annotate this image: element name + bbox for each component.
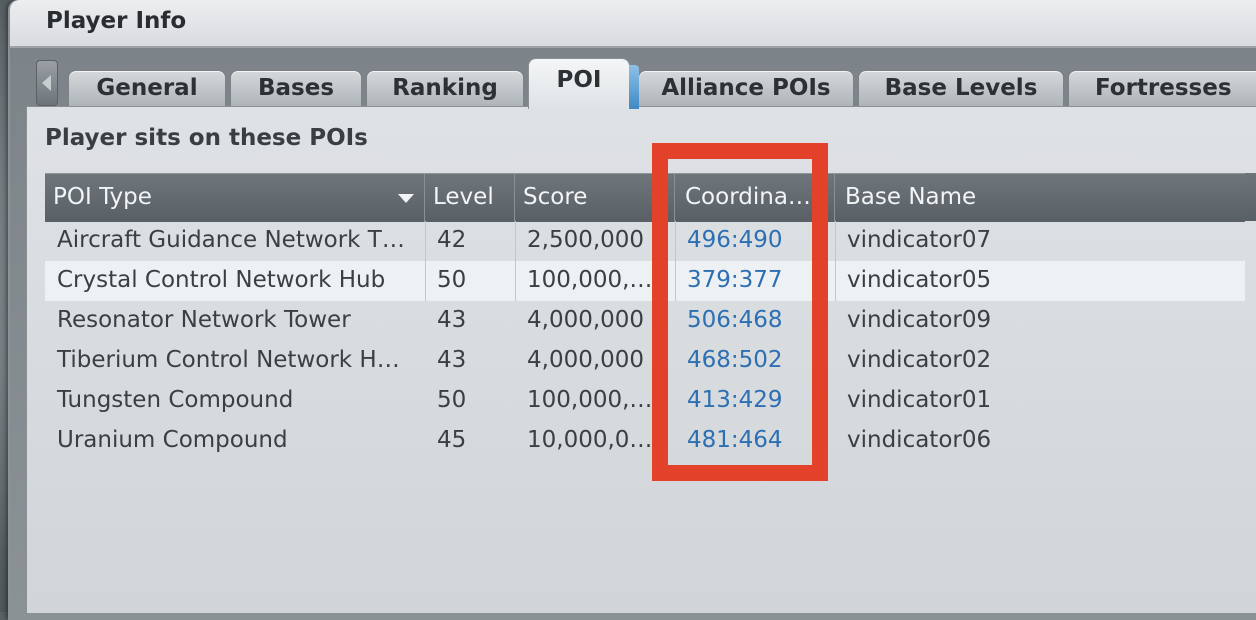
column-divider: [515, 221, 516, 301]
tab-base-levels[interactable]: Base Levels: [858, 70, 1064, 107]
table-row[interactable]: Uranium Compound 45 10,000,0… 481:464 vindic…: [45, 421, 1245, 461]
cell-level: 50: [437, 267, 467, 293]
table-scrollbar[interactable]: [1245, 173, 1256, 221]
cell-base-name: vindicator07: [847, 227, 992, 253]
cell-score: 100,000,…: [527, 387, 653, 413]
cell-level: 42: [437, 227, 467, 253]
tab-fortresses[interactable]: Fortresses an: [1068, 70, 1256, 135]
cell-score: 4,000,000: [527, 307, 645, 333]
table-row[interactable]: Tungsten Compound 50 100,000,… 413:429 vindi…: [45, 381, 1245, 421]
cell-poi-type: Tungsten Compound: [57, 387, 294, 413]
cell-level: 45: [437, 427, 467, 453]
poi-panel: Player sits on these POIs POI Type Level…: [26, 106, 1256, 614]
annotation-highlight-box: [652, 143, 828, 481]
column-header-poi-type[interactable]: POI Type: [45, 174, 425, 222]
tab-alliance-pois[interactable]: Alliance POIs: [638, 70, 854, 107]
table-header: POI Type Level Score Coordina… Base Name: [45, 173, 1245, 222]
column-header-base-name[interactable]: Base Name: [835, 174, 1245, 222]
cell-score: 2,500,000: [527, 227, 645, 253]
window-titlebar[interactable]: Player Info: [10, 0, 1256, 48]
table-row[interactable]: Crystal Control Network Hub 50 100,000,… 37…: [45, 261, 1245, 301]
tab-ranking[interactable]: Ranking: [366, 70, 524, 107]
cell-poi-type: Aircraft Guidance Network T…: [57, 227, 405, 253]
tab-general[interactable]: General: [68, 70, 226, 107]
cell-level: 43: [437, 347, 467, 373]
table-row[interactable]: Aircraft Guidance Network T… 42 2,500,000 4…: [45, 221, 1245, 261]
arrow-left-icon: [42, 75, 51, 91]
column-divider: [835, 221, 836, 301]
tab-scroll-left-button[interactable]: [36, 60, 58, 106]
cell-poi-type: Tiberium Control Network H…: [57, 347, 400, 373]
tab-bases[interactable]: Bases: [230, 70, 362, 107]
cell-score: 100,000,…: [527, 267, 653, 293]
cell-poi-type: Crystal Control Network Hub: [57, 267, 386, 293]
table-row[interactable]: Tiberium Control Network H… 43 4,000,000 46…: [45, 341, 1245, 381]
panel-heading: Player sits on these POIs: [45, 125, 368, 151]
player-info-window: Player Info General Bases Ranking POI Al…: [8, 0, 1256, 620]
cell-base-name: vindicator05: [847, 267, 992, 293]
cell-score: 4,000,000: [527, 347, 645, 373]
tab-poi[interactable]: POI: [528, 58, 639, 109]
cell-poi-type: Uranium Compound: [57, 427, 288, 453]
column-header-level[interactable]: Level: [425, 174, 515, 222]
cell-score: 10,000,0…: [527, 427, 653, 453]
poi-table: POI Type Level Score Coordina… Base Name…: [45, 173, 1245, 613]
cell-base-name: vindicator06: [847, 427, 992, 453]
cell-poi-type: Resonator Network Tower: [57, 307, 351, 333]
table-row[interactable]: Resonator Network Tower 43 4,000,000 506:46…: [45, 301, 1245, 341]
cell-level: 50: [437, 387, 467, 413]
column-header-label: POI Type: [53, 184, 152, 210]
cell-level: 43: [437, 307, 467, 333]
column-header-score[interactable]: Score: [515, 174, 675, 222]
window-title: Player Info: [46, 8, 187, 34]
cell-base-name: vindicator09: [847, 307, 992, 333]
sort-descending-icon: [398, 194, 414, 203]
cell-base-name: vindicator01: [847, 387, 992, 413]
cell-base-name: vindicator02: [847, 347, 992, 373]
column-divider: [425, 221, 426, 301]
